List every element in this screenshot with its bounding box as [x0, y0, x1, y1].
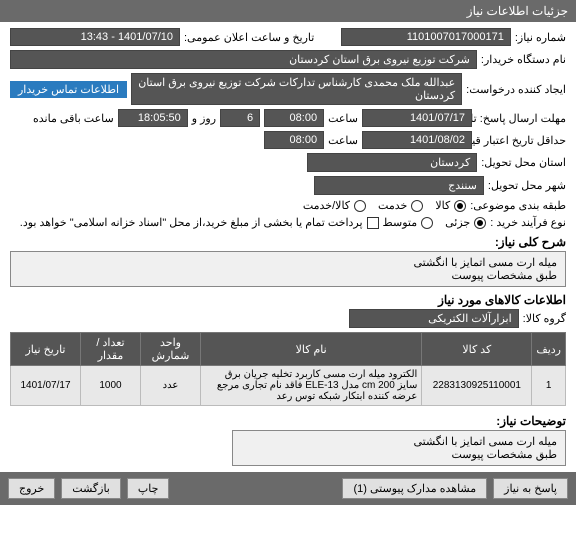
day-label: روز و: [192, 112, 216, 125]
validity-time-field: 08:00: [264, 131, 324, 149]
form-area: شماره نیاز: 1101007017000171 تاریخ و ساع…: [0, 22, 576, 472]
respond-button[interactable]: پاسخ به نیاز: [493, 478, 568, 499]
deadline-time-field: 08:00: [264, 109, 324, 127]
validity-label: حداقل تاریخ اعتبار قیمت: تا تاریخ:: [476, 134, 566, 147]
time-label-1: ساعت: [328, 112, 358, 125]
time-label-2: ساعت: [328, 134, 358, 147]
col-date: تاریخ نیاز: [11, 333, 81, 366]
return-button[interactable]: بازگشت: [61, 478, 121, 499]
treasury-checkbox[interactable]: [367, 217, 379, 229]
contact-buyer-button[interactable]: اطلاعات تماس خریدار: [10, 81, 127, 98]
col-qty: تعداد / مقدار: [81, 333, 141, 366]
items-title: اطلاعات کالاهای مورد نیاز: [10, 293, 566, 307]
announce-label: تاریخ و ساعت اعلان عمومی:: [184, 31, 314, 44]
radio-medium[interactable]: [421, 217, 433, 229]
group-field: ابزارآلات الکتریکی: [349, 309, 519, 328]
radio-partial-label: جزئی: [445, 216, 470, 229]
buyer-field: شرکت توزیع نیروی برق استان کردستان: [10, 50, 477, 69]
process-radio-group: جزئی متوسط: [383, 216, 487, 229]
page-header: جزئیات اطلاعات نیاز: [0, 0, 576, 22]
buyer-label: نام دستگاه خریدار:: [481, 53, 566, 66]
radio-goods[interactable]: [454, 200, 466, 212]
need-no-field: 1101007017000171: [341, 28, 511, 46]
cell-qty: 1000: [81, 366, 141, 406]
radio-partial[interactable]: [474, 217, 486, 229]
category-radio-group: کالا خدمت کالا/خدمت: [303, 199, 466, 212]
remain-label: ساعت باقی مانده: [33, 112, 114, 125]
radio-goods-label: کالا: [435, 199, 450, 212]
province-label: استان محل تحویل:: [481, 156, 566, 169]
category-label: طبقه بندی موضوعی:: [470, 199, 566, 212]
col-unit: واحد شمارش: [141, 333, 201, 366]
cell-date: 1401/07/17: [11, 366, 81, 406]
deadline-date-field: 1401/07/17: [362, 109, 472, 127]
page-title: جزئیات اطلاعات نیاز: [467, 4, 568, 18]
requester-label: ایجاد کننده درخواست:: [466, 83, 566, 96]
need-no-label: شماره نیاز:: [515, 31, 566, 44]
radio-both[interactable]: [354, 200, 366, 212]
footer-bar: پاسخ به نیاز مشاهده مدارک پیوستی (1) چاپ…: [0, 472, 576, 505]
items-table: ردیف کد کالا نام کالا واحد شمارش تعداد /…: [10, 332, 566, 406]
col-name: نام کالا: [201, 333, 422, 366]
table-row[interactable]: 1 2283130925110001 الکترود میله ارت مسی …: [11, 366, 566, 406]
process-label: نوع فرآیند خرید :: [490, 216, 566, 229]
notes-title: توضیحات نیاز:: [10, 414, 566, 428]
attachments-button[interactable]: مشاهده مدارک پیوستی (1): [342, 478, 487, 499]
province-field: کردستان: [307, 153, 477, 172]
cell-unit: عدد: [141, 366, 201, 406]
requester-field: عبدالله ملک محمدی کارشناس تدارکات شرکت ت…: [131, 73, 462, 105]
announce-field: 1401/07/10 - 13:43: [10, 28, 180, 46]
radio-medium-label: متوسط: [383, 216, 418, 229]
cell-row: 1: [532, 366, 566, 406]
group-label: گروه کالا:: [523, 312, 566, 325]
days-remain-field: 6: [220, 109, 260, 127]
exit-button[interactable]: خروج: [8, 478, 55, 499]
cell-code: 2283130925110001: [422, 366, 532, 406]
deadline-label: مهلت ارسال پاسخ: تا تاریخ:: [476, 112, 566, 125]
payment-note: پرداخت تمام یا بخشی از مبلغ خرید،از محل …: [20, 216, 363, 229]
validity-date-field: 1401/08/02: [362, 131, 472, 149]
desc-box: میله ارت مسی اتمایز با انگشتی طبق مشخصات…: [10, 251, 566, 287]
radio-service-label: خدمت: [378, 199, 407, 212]
city-field: سنندج: [314, 176, 484, 195]
cell-name: الکترود میله ارت مسی کاربرد تخلیه جریان …: [201, 366, 422, 406]
city-label: شهر محل تحویل:: [488, 179, 566, 192]
countdown-field: 18:05:50: [118, 109, 188, 127]
notes-box: میله ارت مسی اتمایز با انگشتی طبق مشخصات…: [232, 430, 566, 466]
desc-title: شرح کلی نیاز:: [10, 235, 566, 249]
radio-service[interactable]: [411, 200, 423, 212]
col-code: کد کالا: [422, 333, 532, 366]
print-button[interactable]: چاپ: [127, 478, 170, 499]
col-row: ردیف: [532, 333, 566, 366]
radio-both-label: کالا/خدمت: [303, 199, 350, 212]
